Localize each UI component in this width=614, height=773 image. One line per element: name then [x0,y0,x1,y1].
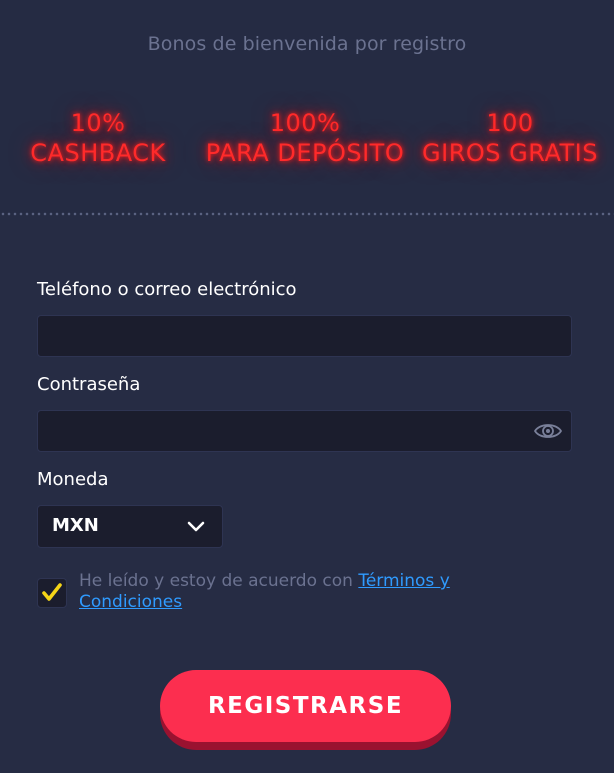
bonus-banner-title: Bonos de bienvenida por registro [147,33,467,55]
bonus-cashback: 10% CASHBACK [18,108,178,168]
register-button[interactable]: REGISTRARSE [160,670,451,742]
bonus-label: GIROS GRATIS [422,139,598,167]
currency-select[interactable]: MXN [37,505,223,548]
contact-input[interactable] [38,316,571,356]
terms-text: He leído y estoy de acuerdo con Términos… [79,571,519,613]
contact-field[interactable] [37,315,572,357]
chevron-down-icon [186,519,206,533]
eye-icon[interactable] [533,419,563,443]
bonus-free-spins: 100 GIROS GRATIS [412,108,608,168]
checkmark-icon [42,583,62,601]
password-label: Contraseña [37,374,141,395]
terms-checkbox[interactable] [37,578,67,608]
dotted-divider [0,212,614,216]
bonus-banner: Bonos de bienvenida por registro 10% CAS… [0,0,614,215]
bonus-deposit: 100% PARA DEPÓSITO [193,108,417,168]
contact-label: Teléfono o correo electrónico [37,279,297,300]
password-input[interactable] [38,411,571,451]
bonus-value: 100% [269,109,341,137]
currency-selected-value: MXN [52,515,99,536]
bonus-label: PARA DEPÓSITO [205,139,405,167]
bonus-value: 100 [486,109,534,137]
registration-panel: Bonos de bienvenida por registro 10% CAS… [0,0,614,773]
bonus-label: CASHBACK [30,139,166,167]
bonus-value: 10% [70,109,126,137]
currency-label: Moneda [37,469,109,490]
password-field[interactable] [37,410,572,452]
terms-prefix: He leído y estoy de acuerdo con [79,571,359,591]
